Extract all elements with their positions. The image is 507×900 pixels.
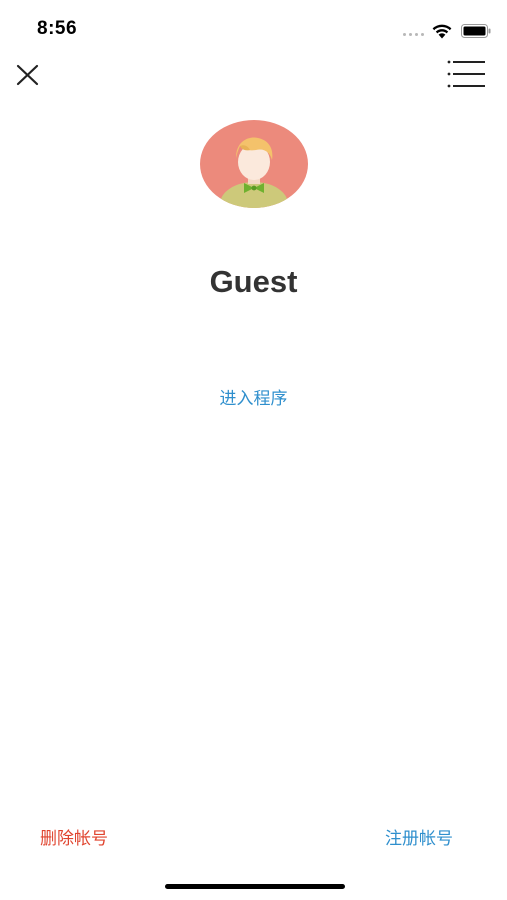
signal-dots-icon xyxy=(403,33,424,36)
close-button[interactable] xyxy=(12,60,44,90)
enter-program-wrapper: 进入程序 xyxy=(0,384,507,409)
username-title: Guest xyxy=(209,264,298,299)
home-indicator[interactable] xyxy=(165,884,345,889)
menu-icon xyxy=(447,60,485,88)
menu-button[interactable] xyxy=(446,58,486,90)
wifi-icon xyxy=(432,24,452,39)
avatar-icon xyxy=(200,120,308,208)
close-icon xyxy=(16,64,39,86)
status-time: 8:56 xyxy=(37,18,78,39)
battery-icon xyxy=(461,24,491,38)
delete-account-link[interactable]: 删除帐号 xyxy=(40,824,108,849)
screen: 8:56 Guest 进入程序 删除帐号 注册帐号 xyxy=(0,0,507,900)
register-account-link[interactable]: 注册帐号 xyxy=(385,824,453,849)
enter-program-link[interactable]: 进入程序 xyxy=(220,389,288,409)
